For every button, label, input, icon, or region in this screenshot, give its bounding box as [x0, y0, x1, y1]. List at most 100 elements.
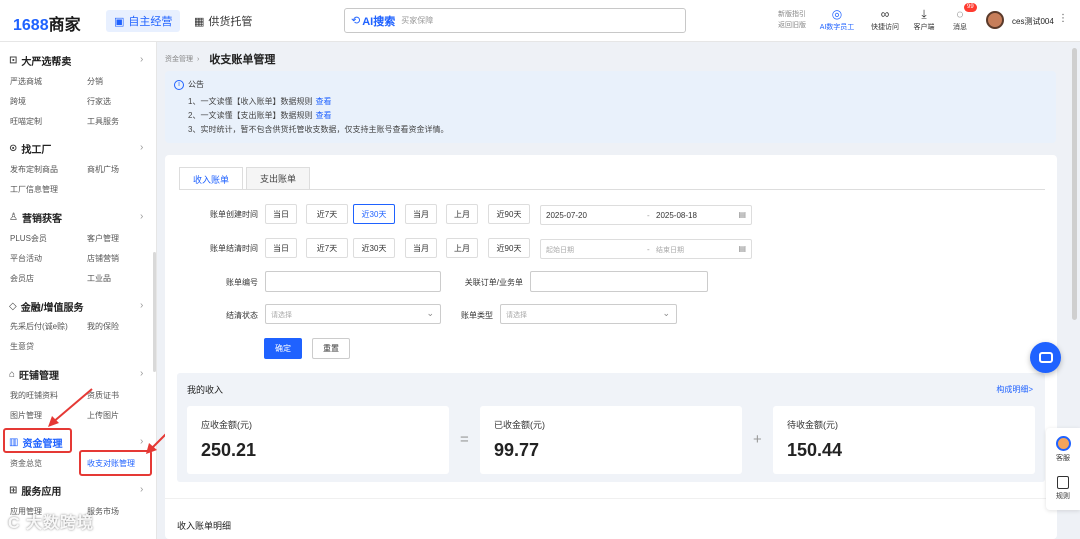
shield-icon: ◇ [9, 301, 17, 312]
sidebar-section-shop[interactable]: ⌂ 旺铺管理 [9, 367, 59, 382]
related-order-input[interactable] [530, 271, 708, 292]
quick-access-button[interactable]: ∞ 快捷访问 [863, 7, 907, 32]
settle-time-label: 账单结清时间 [210, 244, 258, 253]
detail-title: 收入账单明细 [177, 521, 232, 531]
sidebar-item[interactable]: PLUS会员 [10, 233, 47, 244]
notice-panel: i 公告 1、一文读懂【收入账单】数据规则 查看 2、一文读懂【支出账单】数据规则查… [165, 71, 1056, 143]
notice-line: 2、一文读懂【支出账单】数据规则 查看 [188, 111, 332, 120]
range-last-month-button[interactable]: 上月 [446, 238, 478, 258]
tab-income[interactable]: 收入账单 [179, 167, 244, 190]
sidebar-item[interactable]: 严选商城 [10, 76, 42, 87]
breadcrumb-parent[interactable]: 资金管理 [165, 54, 193, 64]
ai-staff-button[interactable]: ◎ AI数字员工 [815, 7, 859, 32]
username[interactable]: ces测试004 [1012, 16, 1054, 27]
avatar[interactable] [986, 11, 1004, 29]
main-scrollbar[interactable] [1072, 48, 1077, 320]
ai-search-icon: ⟲ [351, 15, 361, 27]
sidebar-item[interactable]: 先采后付(诚e赊) [10, 321, 68, 332]
page-title: 收支账单管理 [209, 54, 276, 66]
sidebar-item[interactable]: 生意贷 [10, 341, 34, 352]
date-separator: - [647, 245, 650, 254]
tab-expense[interactable]: 支出账单 [246, 167, 311, 190]
sidebar-item-funds-overview[interactable]: 资金总览 [10, 458, 42, 469]
chevron-right-icon[interactable]: › [140, 142, 143, 153]
received-box: 已收金额(元) 99.77 [480, 406, 742, 474]
sidebar-item[interactable]: 平台活动 [10, 253, 42, 264]
more-icon[interactable]: ⋮ [1058, 13, 1068, 24]
sidebar-item[interactable]: 分销 [87, 76, 103, 87]
sidebar-item[interactable]: 商机广场 [87, 164, 119, 175]
sidebar-section-services[interactable]: ⊞ 服务应用 [9, 483, 61, 498]
confirm-button[interactable]: 确定 [264, 338, 302, 359]
range-90d-button[interactable]: 近90天 [488, 204, 530, 224]
chevron-right-icon[interactable]: › [140, 211, 143, 222]
bill-type-label: 账单类型 [461, 311, 493, 320]
breakdown-link[interactable]: 构成明细> [996, 384, 1033, 395]
sidebar-section-marketing[interactable]: ♙ 营销获客 [9, 210, 62, 225]
chat-float-button[interactable] [1030, 342, 1061, 373]
sidebar-section-factory[interactable]: ⊙ 找工厂 [9, 141, 51, 156]
received-value: 99.77 [494, 440, 540, 460]
related-order-label: 关联订单/业务单 [464, 278, 523, 287]
sidebar-item[interactable]: 店铺营销 [87, 253, 119, 264]
settle-date-range[interactable]: 起始日期 - 结束日期 ▤ [540, 239, 752, 259]
sidebar-item[interactable]: 我的保险 [87, 321, 119, 332]
search-bar[interactable]: ⟲ AI搜索 买家保障 [344, 8, 686, 33]
date-start: 起始日期 [546, 247, 574, 254]
range-month-button[interactable]: 当月 [405, 204, 437, 224]
nav-supply-hosting[interactable]: ▦ 供货托管 [186, 10, 260, 32]
create-date-range[interactable]: 2025-07-20 - 2025-08-18 ▤ [540, 205, 752, 225]
sidebar-section-finance[interactable]: ◇ 金融/增值服务 [9, 299, 83, 314]
section-divider [165, 498, 1057, 499]
range-month-button[interactable]: 当月 [405, 238, 437, 258]
range-today-button[interactable]: 当日 [265, 238, 297, 258]
sidebar-item[interactable]: 发布定制商品 [10, 164, 58, 175]
date-end: 2025-08-18 [656, 211, 697, 220]
rules-button[interactable]: 规则 [1046, 476, 1080, 501]
store-icon: ▣ [114, 15, 125, 28]
sidebar-item[interactable]: 工厂信息管理 [10, 184, 58, 195]
range-today-button[interactable]: 当日 [265, 204, 297, 224]
receivable-label: 应收金额(元) [201, 420, 252, 430]
bill-type-select[interactable]: 请选择 ⌄ [500, 304, 677, 324]
view-link[interactable]: 查看 [315, 111, 331, 120]
chevron-right-icon[interactable]: › [140, 368, 143, 379]
range-7d-button[interactable]: 近7天 [306, 238, 348, 258]
watermark-logo-icon: C [8, 515, 21, 532]
sidebar-item[interactable]: 行家选 [87, 96, 111, 107]
shop-icon: ⌂ [9, 369, 16, 380]
sidebar-item[interactable]: 工业品 [87, 273, 111, 284]
equals-sign: = [460, 431, 469, 448]
sidebar-item[interactable]: 旺喵定制 [10, 116, 42, 127]
pending-label: 待收金额(元) [787, 420, 838, 430]
receivable-box: 应收金额(元) 250.21 [187, 406, 449, 474]
sidebar-section-yanxuan[interactable]: ⊡ 大严选帮卖 [9, 53, 71, 68]
range-30d-button[interactable]: 近30天 [353, 238, 395, 258]
reset-button[interactable]: 重置 [312, 338, 350, 359]
create-time-label: 账单创建时间 [210, 210, 258, 219]
sidebar-item[interactable]: 客户管理 [87, 233, 119, 244]
sidebar-item[interactable]: 会员店 [10, 273, 34, 284]
range-last-month-button[interactable]: 上月 [446, 204, 478, 224]
chevron-down-icon: ⌄ [662, 308, 670, 318]
sidebar-item[interactable]: 图片管理 [10, 410, 42, 421]
view-link[interactable]: 查看 [315, 97, 331, 106]
notice-line: 3、实时统计，暂不包含供货托管收支数据，仅支持主账号查看资金详情。 [188, 125, 449, 134]
sidebar-item[interactable]: 工具服务 [87, 116, 119, 127]
range-30d-button[interactable]: 近30天 [353, 204, 395, 224]
logo[interactable]: 1688商家 [13, 11, 81, 35]
customer-service-button[interactable]: 客服 [1046, 436, 1080, 463]
chevron-right-icon[interactable]: › [140, 54, 143, 65]
sidebar-item[interactable]: 跨境 [10, 96, 26, 107]
robot-icon: ◎ [831, 7, 843, 21]
grid-icon: ▦ [194, 15, 205, 28]
new-guide-link[interactable]: 新版指引 返回旧版 [772, 9, 812, 31]
bill-no-input[interactable] [265, 271, 441, 292]
range-7d-button[interactable]: 近7天 [306, 204, 348, 224]
messages-button[interactable]: ◌ 消息 99 [938, 3, 982, 32]
chevron-right-icon[interactable]: › [140, 484, 143, 495]
chevron-right-icon[interactable]: › [140, 300, 143, 311]
sidebar-scrollbar[interactable] [153, 252, 156, 372]
range-90d-button[interactable]: 近90天 [488, 238, 530, 258]
nav-self-operated[interactable]: ▣ 自主经营 [106, 10, 181, 32]
